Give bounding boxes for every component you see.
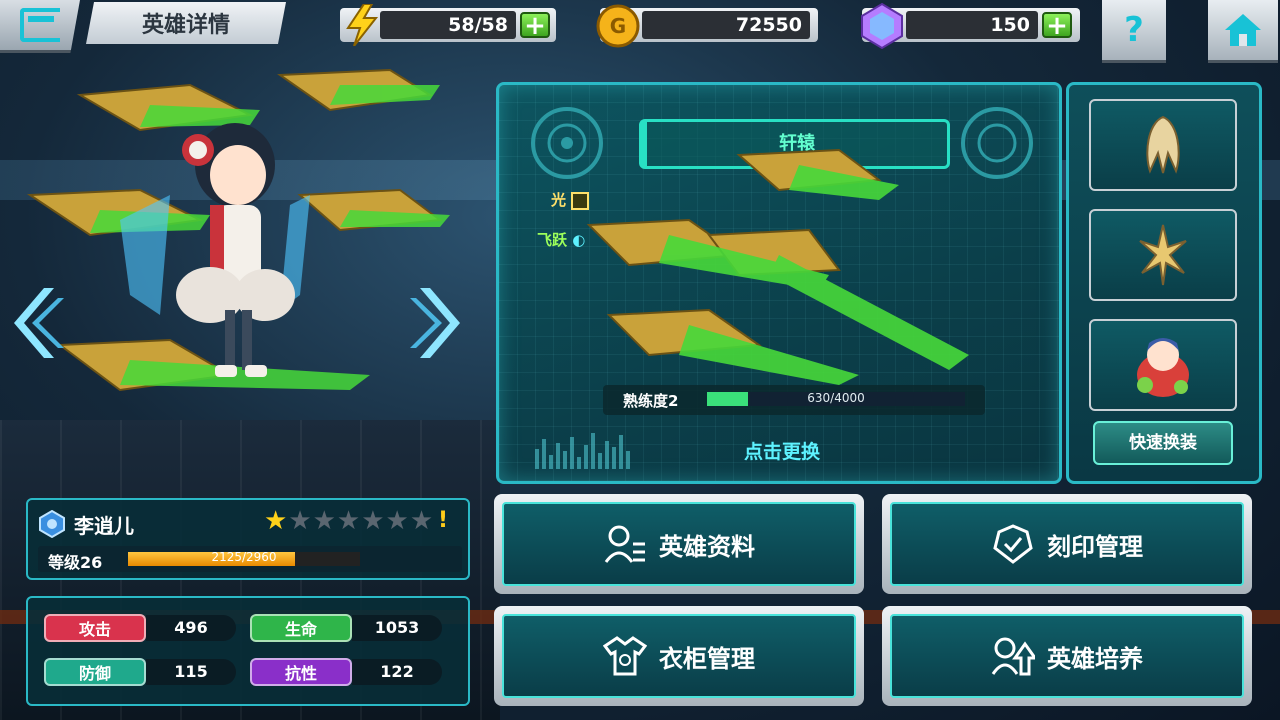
gem-icon [861,2,903,50]
energy-value: 58/58 [380,11,516,39]
home-icon [1225,14,1261,46]
svg-text:G: G [610,14,626,38]
proficiency-label: 熟练度2 [623,392,679,410]
previous-hero-arrow-icon[interactable] [14,288,64,358]
next-hero-arrow-icon[interactable] [410,288,460,358]
back-icon [20,8,60,42]
weapon-panel: 轩辕 光 飞跃 ◐ 熟练度2 630/4000 点击更换 [496,82,1062,484]
hero-stats-panel: 攻击 496 生命 1053 防御 115 抗性 122 [26,596,470,706]
proficiency-bar: 熟练度2 630/4000 [603,385,985,415]
help-icon: ? [1124,10,1144,50]
hero-info-panel: 李逍儿 ★★★★★★★ ! 等级26 2125/2960 [26,498,470,580]
gem-value: 150 [906,11,1038,39]
weapon-illustration [586,148,969,385]
hero-name: 李逍儿 [74,514,134,538]
ornament-icon [1139,224,1187,286]
equipment-slot-costume[interactable] [1089,319,1237,411]
equipment-slot-headpiece[interactable] [1089,99,1237,191]
gem-resource: 150 + [861,2,1080,50]
stat-defense-value: 115 [146,659,236,685]
gold-value: 72550 [642,11,810,39]
wardrobe-shirt-icon [603,636,647,676]
seal-icon [993,524,1033,564]
stat-attack-value: 496 [146,615,236,641]
level-row: 等级26 2125/2960 [38,546,462,572]
seal-manage-label: 刻印管理 [1047,532,1143,561]
hero-upgrade-icon [991,637,1035,676]
hero-character-illustration [26,68,450,392]
costume-icon [1137,338,1189,397]
proficiency-value: 630/4000 [807,391,865,405]
quick-equip-button[interactable]: 快速换装 [1093,421,1233,465]
gold-resource: G 72550 [596,4,818,48]
warning-icon[interactable]: ! [438,508,448,533]
hero-profile-icon [604,525,645,563]
page-title: 英雄详情 [86,2,286,44]
stat-hp-label: 生命 [250,614,352,642]
star-empty-icon: ★★★★★★ [288,506,435,536]
hero-star-rating: ★★★★★★★ [264,506,434,536]
hero-class-icon [39,510,65,538]
hero-train-label: 英雄培养 [1047,644,1143,673]
headpiece-icon [1146,115,1180,174]
stat-resist-label: 抗性 [250,658,352,686]
stat-hp-value: 1053 [352,615,442,641]
energy-resource: 58/58 + [340,4,556,46]
energy-plus-button[interactable]: + [520,12,550,39]
hero-info-label: 英雄资料 [659,532,755,561]
wardrobe-label: 衣柜管理 [659,644,755,673]
level-label: 等级26 [48,553,103,572]
exp-value: 2125/2960 [211,550,277,564]
equipment-slot-ornament[interactable] [1089,209,1237,301]
wardrobe-button[interactable]: 衣柜管理 [494,606,864,706]
stat-attack-label: 攻击 [44,614,146,642]
replace-weapon-link[interactable]: 点击更换 [499,437,1059,464]
energy-bolt-icon [346,4,379,46]
stat-defense-label: 防御 [44,658,146,686]
equipment-panel: 快速换装 [1066,82,1262,484]
home-button[interactable] [1208,0,1278,63]
stat-resist-value: 122 [352,659,442,685]
seal-manage-button[interactable]: 刻印管理 [882,494,1252,594]
star-filled-icon: ★ [264,506,289,536]
help-button[interactable]: ? [1102,0,1166,63]
gold-coin-icon: G [596,4,640,48]
back-button[interactable] [0,0,80,53]
hero-train-button[interactable]: 英雄培养 [882,606,1252,706]
gem-plus-button[interactable]: + [1042,12,1072,39]
hero-info-button[interactable]: 英雄资料 [494,494,864,594]
